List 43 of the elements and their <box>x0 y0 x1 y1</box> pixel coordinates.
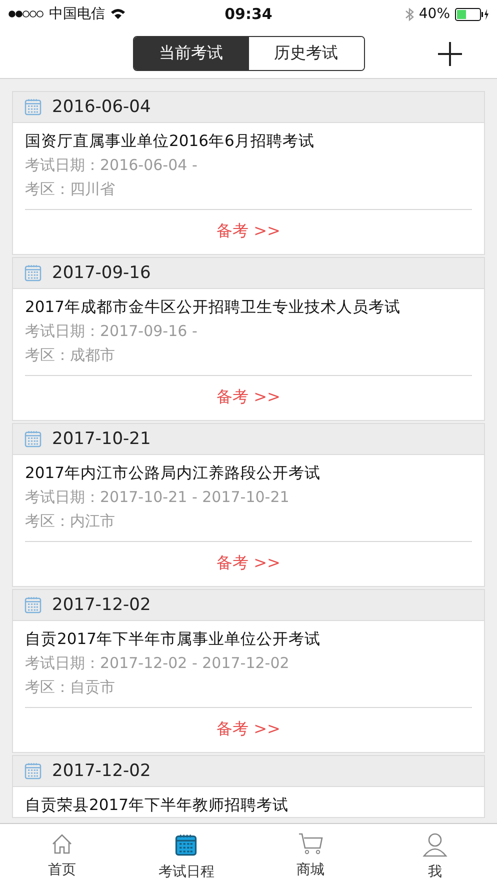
calendar-icon <box>23 97 43 117</box>
battery-percent: 40% <box>418 6 450 22</box>
segment-tab[interactable]: 当前考试 <box>134 36 248 70</box>
exam-date-heading: 2016-06-04 <box>52 97 151 117</box>
exam-title: 国资厅直属事业单位2016年6月招聘考试 <box>25 131 316 152</box>
prepare-link[interactable]: 备考 >> <box>216 708 280 752</box>
battery-icon <box>455 8 489 20</box>
clock-time: 09:34 <box>224 5 272 23</box>
exam-date-heading: 2017-12-02 <box>52 595 151 615</box>
exam-date-text: 考试日期：2017-12-02 - 2017-12-02 <box>25 653 290 674</box>
signal-icon <box>8 10 44 18</box>
exam-date-heading: 2017-09-16 <box>52 263 151 283</box>
bluetooth-icon <box>404 6 414 22</box>
calendar-icon <box>173 832 200 858</box>
prepare-link[interactable]: 备考 >> <box>216 210 280 254</box>
calendar-icon <box>23 595 43 615</box>
exam-date-heading: 2017-12-02 <box>52 761 151 781</box>
calendar-icon <box>23 429 43 449</box>
exam-title: 2017年内江市公路局内江养路段公开考试 <box>25 463 322 484</box>
prepare-link[interactable]: 备考 >> <box>216 376 280 420</box>
exam-date-heading: 2017-10-21 <box>52 429 151 449</box>
calendar-icon <box>23 263 43 283</box>
exam-region-text: 考区：四川省 <box>25 179 116 200</box>
wifi-icon <box>110 8 126 20</box>
exam-date-text: 考试日期：2017-09-16 - <box>25 321 198 342</box>
exam-date-text: 考试日期：2016-06-04 - <box>25 155 198 176</box>
calendar-icon <box>23 761 43 781</box>
exam-region-text: 考区：自贡市 <box>25 677 116 698</box>
exam-region-text: 考区：内江市 <box>25 511 116 532</box>
exam-date-text: 考试日期：2017-10-21 - 2017-10-21 <box>25 487 290 508</box>
person-icon <box>422 832 448 858</box>
tab-bar-item[interactable]: 考试日程 <box>124 824 248 883</box>
exam-title: 2017年成都市金牛区公开招聘卫生专业技术人员考试 <box>25 297 402 318</box>
carrier-name: 中国电信 <box>49 5 105 23</box>
exam-region-text: 考区：成都市 <box>25 345 116 366</box>
cart-icon <box>298 832 324 856</box>
tab-bar-item[interactable]: 我 <box>372 824 497 883</box>
add-button[interactable] <box>437 41 463 67</box>
exam-title: 自贡2017年下半年市属事业单位公开考试 <box>25 629 322 650</box>
exam-title: 自贡荣县2017年下半年教师招聘考试 <box>25 795 290 816</box>
prepare-link[interactable]: 备考 >> <box>216 542 280 586</box>
tab-bar-item[interactable]: 首页 <box>0 824 124 883</box>
tab-bar-item[interactable]: 商城 <box>248 824 373 883</box>
